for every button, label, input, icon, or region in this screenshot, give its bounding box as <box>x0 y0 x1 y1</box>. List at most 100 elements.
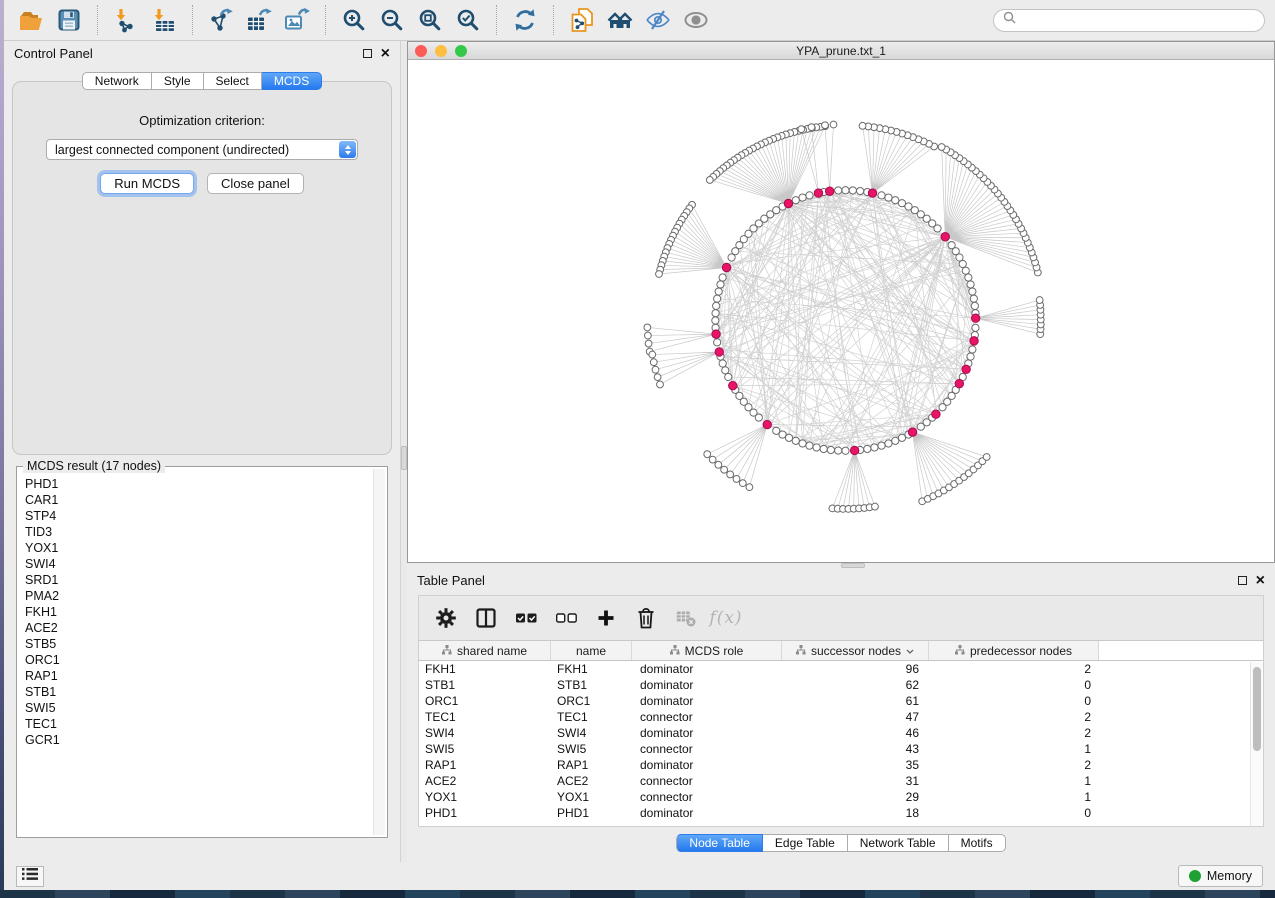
maximize-window-icon[interactable] <box>455 45 467 57</box>
hide-graphics-eye-slash-icon[interactable] <box>641 4 675 36</box>
table-row[interactable]: SWI4SWI4dominator462 <box>419 725 1263 741</box>
splitter-handle[interactable] <box>401 446 407 470</box>
mcds-result-item[interactable]: PHD1 <box>25 476 372 492</box>
table-row[interactable]: PHD1PHD1dominator180 <box>419 805 1263 821</box>
table-row[interactable]: FKH1FKH1dominator962 <box>419 661 1263 677</box>
table-row[interactable]: STB1STB1dominator620 <box>419 677 1263 693</box>
mcds-list-scrollbar[interactable] <box>373 469 385 835</box>
vertical-splitter[interactable] <box>400 41 407 862</box>
optimization-criterion-label: Optimization criterion: <box>13 113 391 128</box>
close-panel-icon[interactable]: × <box>381 48 390 60</box>
apply-layout-icon[interactable] <box>508 4 542 36</box>
tab-style[interactable]: Style <box>152 72 204 90</box>
column-header-shared-name[interactable]: shared name <box>419 641 551 660</box>
save-session-icon[interactable] <box>52 4 86 36</box>
float-panel-icon[interactable] <box>1238 576 1247 585</box>
select-all-icon[interactable] <box>513 605 539 631</box>
tab-node-table[interactable]: Node Table <box>676 834 763 852</box>
column-header-predecessor-nodes[interactable]: predecessor nodes <box>929 641 1099 660</box>
mcds-result-item[interactable]: STP4 <box>25 508 372 524</box>
open-file-icon[interactable] <box>14 4 48 36</box>
zoom-selected-icon[interactable] <box>451 4 485 36</box>
hierarchy-icon <box>955 644 965 658</box>
export-image-icon[interactable] <box>280 4 314 36</box>
tab-select[interactable]: Select <box>204 72 262 90</box>
column-header-name[interactable]: name <box>551 641 632 660</box>
screen: Control Panel × NetworkStyleSelectMCDS O… <box>0 0 1275 898</box>
network-view-titlebar[interactable]: YPA_prune.txt_1 <box>408 42 1274 60</box>
float-panel-icon[interactable] <box>363 49 372 58</box>
zoom-in-icon[interactable] <box>337 4 371 36</box>
close-window-icon[interactable] <box>415 45 427 57</box>
table-row[interactable]: ACE2ACE2connector311 <box>419 773 1263 789</box>
tab-network[interactable]: Network <box>82 72 152 90</box>
mcds-result-list[interactable]: PHD1CAR1STP4TID3YOX1SWI4SRD1PMA2FKH1ACE2… <box>19 470 372 835</box>
table-row[interactable]: RAP1RAP1dominator352 <box>419 757 1263 773</box>
dropdown-selected-value: largest connected component (undirected) <box>55 143 289 157</box>
splitter-handle[interactable] <box>841 563 865 568</box>
mcds-result-item[interactable]: CAR1 <box>25 492 372 508</box>
table-options-gear-icon[interactable] <box>433 605 459 631</box>
tab-mcds[interactable]: MCDS <box>262 72 322 90</box>
search-box[interactable] <box>993 9 1265 32</box>
show-graphics-eye-icon[interactable] <box>679 4 713 36</box>
zoom-out-icon[interactable] <box>375 4 409 36</box>
scrollbar-thumb[interactable] <box>1253 667 1261 751</box>
table-row[interactable]: ORC1ORC1dominator610 <box>419 693 1263 709</box>
deselect-all-icon[interactable] <box>553 605 579 631</box>
close-panel-icon[interactable]: × <box>1256 575 1265 587</box>
import-table-icon[interactable] <box>147 4 181 36</box>
network-canvas[interactable] <box>408 60 1274 562</box>
table-row[interactable]: SWI5SWI5connector431 <box>419 741 1263 757</box>
mcds-result-item[interactable]: YOX1 <box>25 540 372 556</box>
mcds-result-item[interactable]: TID3 <box>25 524 372 540</box>
zoom-fit-icon[interactable] <box>413 4 447 36</box>
status-bar: Memory <box>4 862 1275 890</box>
mcds-result-item[interactable]: PMA2 <box>25 588 372 604</box>
tab-edge-table[interactable]: Edge Table <box>763 834 848 852</box>
export-network-icon[interactable] <box>204 4 238 36</box>
mcds-tab-content: Optimization criterion: largest connecte… <box>12 81 392 455</box>
mcds-result-item[interactable]: SWI4 <box>25 556 372 572</box>
close-panel-button[interactable]: Close panel <box>207 173 304 194</box>
create-column-icon[interactable] <box>593 605 619 631</box>
memory-label: Memory <box>1207 869 1252 883</box>
tab-network-table[interactable]: Network Table <box>848 834 949 852</box>
table-scrollbar[interactable] <box>1250 662 1263 826</box>
mcds-result-item[interactable]: STB5 <box>25 636 372 652</box>
column-header-mcds-role[interactable]: MCDS role <box>632 641 782 660</box>
clone-network-icon[interactable] <box>565 4 599 36</box>
desktop-wallpaper-bottom <box>0 890 1275 898</box>
network-view-window: YPA_prune.txt_1 <box>407 41 1275 563</box>
network-view-title: YPA_prune.txt_1 <box>408 44 1274 58</box>
mcds-result-item[interactable]: ACE2 <box>25 620 372 636</box>
delete-column-icon[interactable] <box>633 605 659 631</box>
mcds-result-item[interactable]: FKH1 <box>25 604 372 620</box>
mcds-result-item[interactable]: STB1 <box>25 684 372 700</box>
mcds-result-item[interactable]: TEC1 <box>25 716 372 732</box>
node-table[interactable]: shared namenameMCDS rolesuccessor nodesp… <box>419 640 1263 826</box>
horizontal-splitter[interactable] <box>407 563 1275 568</box>
memory-button[interactable]: Memory <box>1178 865 1263 887</box>
optimization-criterion-dropdown[interactable]: largest connected component (undirected) <box>46 139 358 160</box>
mcds-result-item[interactable]: ORC1 <box>25 652 372 668</box>
table-row[interactable]: TEC1TEC1connector472 <box>419 709 1263 725</box>
column-header-filler <box>1099 641 1263 660</box>
column-header-successor-nodes[interactable]: successor nodes <box>782 641 929 660</box>
mcds-result-item[interactable]: RAP1 <box>25 668 372 684</box>
minimize-window-icon[interactable] <box>435 45 447 57</box>
mcds-result-item[interactable]: GCR1 <box>25 732 372 748</box>
search-input[interactable] <box>1021 13 1255 27</box>
run-mcds-button[interactable]: Run MCDS <box>100 173 194 194</box>
table-row[interactable]: YOX1YOX1connector291 <box>419 789 1263 805</box>
hierarchy-icon <box>442 644 452 658</box>
mcds-result-item[interactable]: SRD1 <box>25 572 372 588</box>
nested-networks-icon[interactable] <box>603 4 637 36</box>
show-columns-icon[interactable] <box>473 605 499 631</box>
import-network-icon[interactable] <box>109 4 143 36</box>
export-table-icon[interactable] <box>242 4 276 36</box>
task-history-button[interactable] <box>16 866 44 887</box>
network-graph[interactable] <box>408 60 1274 562</box>
mcds-result-item[interactable]: SWI5 <box>25 700 372 716</box>
tab-motifs[interactable]: Motifs <box>949 834 1006 852</box>
